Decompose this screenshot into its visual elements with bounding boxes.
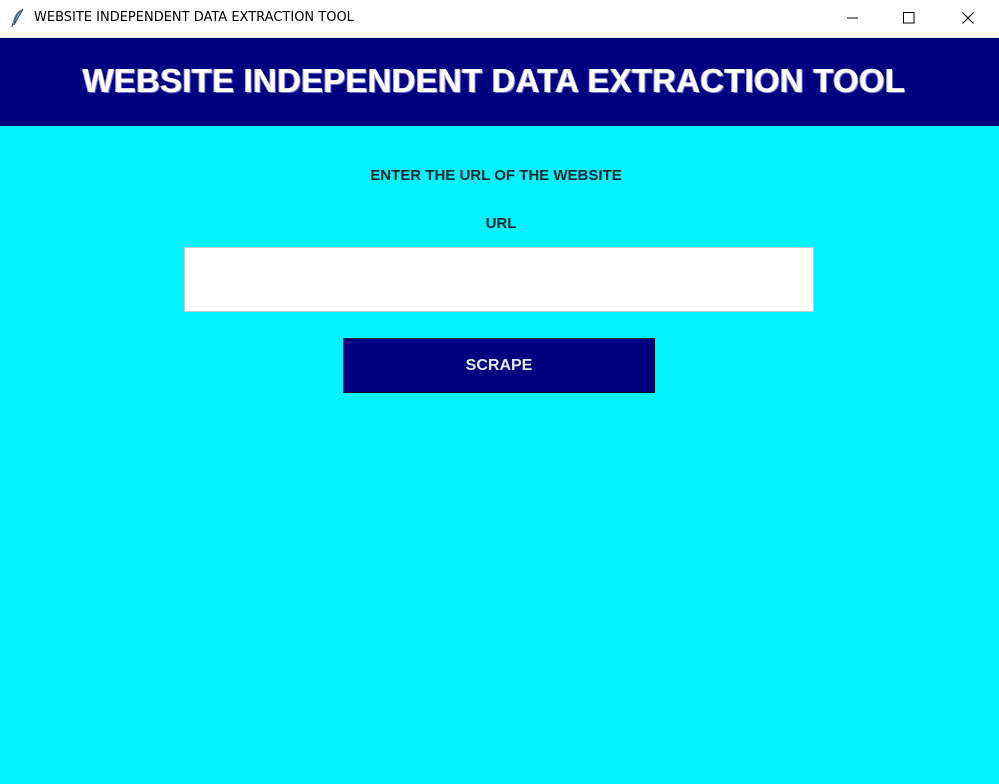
url-prompt-label: ENTER THE URL OF THE WEBSITE [370, 167, 622, 184]
page-title: WEBSITE INDEPENDENT DATA EXTRACTION TOOL [82, 62, 906, 99]
url-field-label: URL [485, 215, 517, 232]
feather-icon [10, 8, 26, 28]
window-title: WEBSITE INDEPENDENT DATA EXTRACTION TOOL [34, 10, 354, 25]
header-banner: WEBSITE INDEPENDENT DATA EXTRACTION TOOL [0, 38, 999, 126]
title-bar[interactable]: WEBSITE INDEPENDENT DATA EXTRACTION TOOL [0, 0, 999, 38]
url-input[interactable] [184, 247, 814, 312]
maximize-button[interactable] [886, 0, 932, 37]
minimize-icon [847, 17, 858, 19]
close-icon [962, 12, 974, 24]
app-window: WEBSITE INDEPENDENT DATA EXTRACTION TOOL… [0, 0, 999, 784]
scrape-button[interactable]: SCRAPE [343, 338, 655, 393]
minimize-button[interactable] [830, 0, 876, 37]
maximize-icon [903, 12, 915, 24]
close-button[interactable] [945, 0, 991, 37]
